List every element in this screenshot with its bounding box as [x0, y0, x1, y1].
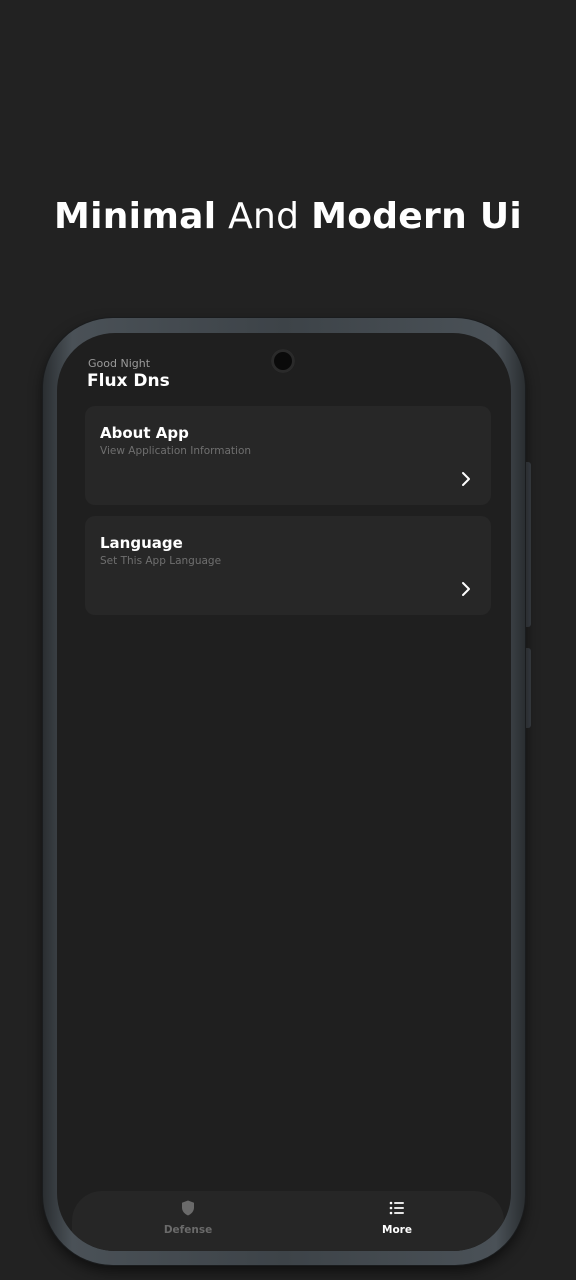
card-subtitle: Set This App Language [100, 555, 222, 567]
promo-headline: Minimal And Modern Ui [0, 196, 576, 237]
about-app-card[interactable]: About App View Application Information [85, 406, 491, 505]
card-subtitle: View Application Information [100, 445, 252, 457]
phone-frame: Good Night Flux Dns About App View Appli… [43, 318, 525, 1265]
greeting-text: Good Night [88, 357, 151, 370]
headline-word-modern-ui: Modern Ui [311, 196, 523, 237]
chevron-right-icon [462, 582, 470, 596]
phone-screen: Good Night Flux Dns About App View Appli… [57, 333, 511, 1251]
nav-item-defense[interactable]: Defense [128, 1199, 248, 1247]
headline-word-minimal: Minimal [53, 196, 217, 237]
headline-word-and: And [228, 196, 300, 237]
power-button [525, 462, 531, 627]
card-title: About App [100, 424, 189, 442]
nav-label-defense: Defense [163, 1224, 213, 1236]
list-icon [389, 1201, 404, 1215]
card-title: Language [100, 534, 183, 552]
chevron-right-icon [462, 472, 470, 486]
language-card[interactable]: Language Set This App Language [85, 516, 491, 615]
nav-item-more[interactable]: More [337, 1199, 457, 1247]
bottom-navigation: Defense More [72, 1191, 504, 1251]
promo-page: Minimal And Modern Ui Good Night Flux Dn… [0, 0, 576, 1280]
front-camera [271, 349, 295, 373]
nav-label-more: More [382, 1224, 412, 1236]
app-title: Flux Dns [87, 371, 170, 391]
volume-button [525, 648, 531, 728]
shield-icon [182, 1200, 194, 1216]
